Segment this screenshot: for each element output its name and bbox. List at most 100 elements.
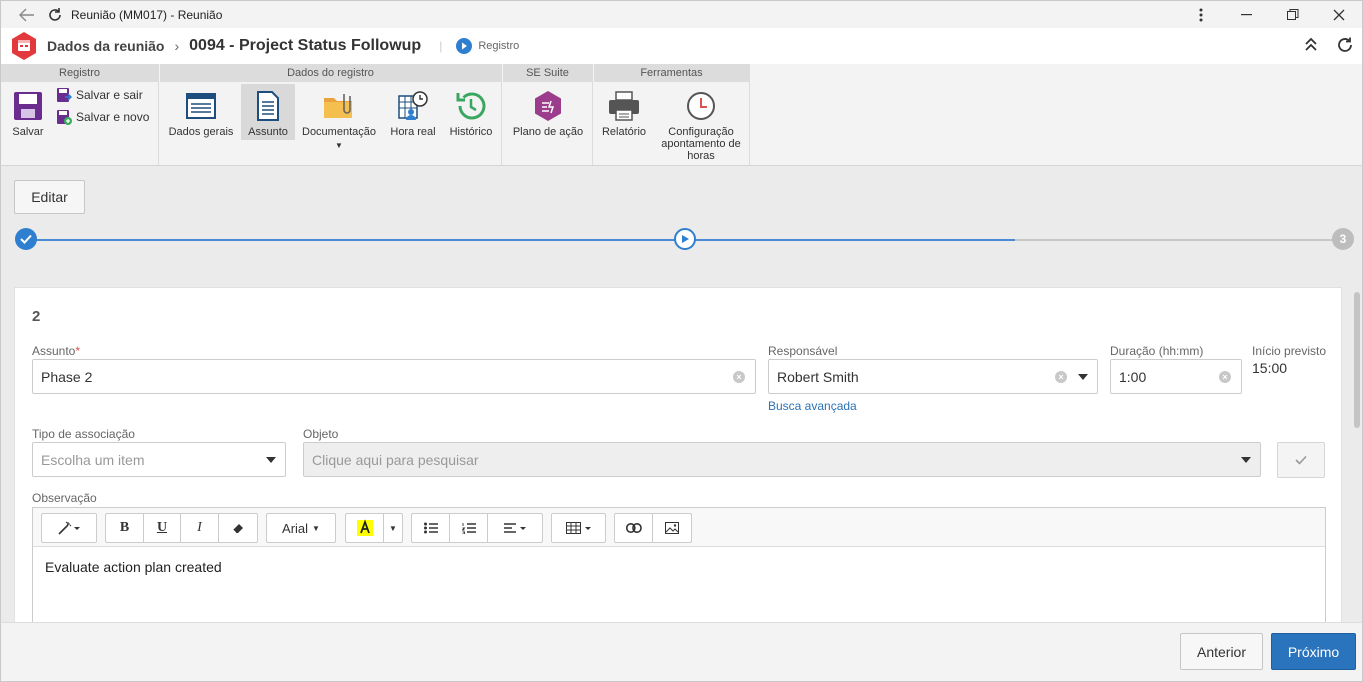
edit-button[interactable]: Editar xyxy=(14,180,85,214)
save-new-label: Salvar e novo xyxy=(76,110,150,124)
subject-button[interactable]: Assunto xyxy=(241,84,295,140)
highlight-color-icon[interactable] xyxy=(346,514,384,542)
align-icon[interactable] xyxy=(488,514,542,542)
minimize-icon[interactable] xyxy=(1224,1,1270,29)
documentation-button[interactable]: Documentação ▼ xyxy=(300,84,378,152)
save-exit-button[interactable]: Salvar e sair xyxy=(56,87,143,103)
ribbon-group-title: Dados do registro xyxy=(160,64,501,82)
subject-value: Phase 2 xyxy=(41,368,93,385)
action-plan-label: Plano de ação xyxy=(512,126,584,138)
report-button[interactable]: Relatório xyxy=(598,84,650,138)
form-list-icon xyxy=(183,88,219,124)
table-group xyxy=(551,513,606,543)
previous-button[interactable]: Anterior xyxy=(1180,633,1263,670)
dropdown-caret-icon: ▼ xyxy=(335,141,343,150)
chevron-down-icon[interactable] xyxy=(1241,456,1251,463)
actual-time-button[interactable]: Hora real xyxy=(386,84,440,138)
bullet-list-icon[interactable] xyxy=(412,514,450,542)
app-header: Dados da reunião › 0094 - Project Status… xyxy=(0,28,1363,64)
link-icon[interactable] xyxy=(615,514,653,542)
ribbon-group-ferramentas: Ferramentas Relatório Configuração apont… xyxy=(594,64,750,165)
ribbon-group-dados-registro: Dados do registro Dados gerais Assunto D… xyxy=(160,64,502,165)
save-new-button[interactable]: Salvar e novo xyxy=(56,109,149,125)
wizard-stepper: 3 xyxy=(15,228,1357,252)
chevron-down-icon[interactable] xyxy=(1078,373,1088,380)
eraser-icon[interactable] xyxy=(219,514,257,542)
responsible-select[interactable]: Robert Smith × xyxy=(768,359,1098,394)
breadcrumb-root[interactable]: Dados da reunião xyxy=(47,38,164,54)
stepper-line-pending xyxy=(1015,239,1335,241)
subject-label: Assunto xyxy=(248,126,288,138)
status-indicator: Registro xyxy=(456,38,519,54)
step-1-check-icon[interactable] xyxy=(15,228,37,250)
page-title: 0094 - Project Status Followup xyxy=(189,37,422,54)
action-plan-button[interactable]: Plano de ação xyxy=(509,84,587,138)
documentation-label: Documentação xyxy=(302,126,376,138)
reload-icon[interactable] xyxy=(1336,36,1354,57)
general-data-label: Dados gerais xyxy=(168,126,234,138)
image-icon[interactable] xyxy=(653,514,691,542)
italic-button[interactable]: I xyxy=(181,514,219,542)
history-button[interactable]: Histórico xyxy=(445,84,497,138)
folder-attachment-icon xyxy=(321,88,357,124)
clear-icon[interactable]: × xyxy=(733,370,745,383)
object-label: Objeto xyxy=(303,427,339,441)
ribbon-toolbar: Registro Salvar Salvar e sair Salvar e n… xyxy=(0,64,1363,166)
subject-input[interactable]: Phase 2 × xyxy=(32,359,756,394)
report-label: Relatório xyxy=(601,126,647,138)
object-placeholder: Clique aqui para pesquisar xyxy=(312,451,479,468)
font-family-select[interactable]: Arial ▼ xyxy=(267,514,335,542)
close-icon[interactable] xyxy=(1316,1,1362,29)
ribbon-group-title: Ferramentas xyxy=(594,64,749,82)
time-config-label-3: horas xyxy=(687,150,715,162)
ribbon-group-title: SE Suite xyxy=(503,64,592,82)
chevron-down-icon[interactable]: ▼ xyxy=(384,514,402,542)
meeting-logo-icon xyxy=(9,31,39,61)
planned-start-label: Início previsto xyxy=(1252,344,1327,358)
confirm-object-button[interactable] xyxy=(1277,442,1325,478)
collapse-up-icon[interactable] xyxy=(1304,36,1318,57)
more-options-icon[interactable] xyxy=(1178,1,1224,29)
ribbon-group-registro: Registro Salvar Salvar e sair Salvar e n… xyxy=(1,64,159,165)
header-separator: | xyxy=(439,39,443,53)
clear-icon[interactable]: × xyxy=(1055,370,1067,383)
bold-button[interactable]: B xyxy=(106,514,144,542)
font-name: Arial xyxy=(282,520,309,536)
step-2-play-icon[interactable] xyxy=(674,228,696,250)
vertical-scrollbar[interactable] xyxy=(1354,292,1360,428)
planned-start-value: 15:00 xyxy=(1252,360,1288,376)
wizard-footer: Anterior Próximo xyxy=(0,622,1363,682)
floppy-disk-icon xyxy=(10,88,46,124)
object-search-select[interactable]: Clique aqui para pesquisar xyxy=(303,442,1261,477)
duration-input[interactable]: 1:00 × xyxy=(1110,359,1242,394)
advanced-search-link[interactable]: Busca avançada xyxy=(768,399,857,413)
observation-text[interactable]: Evaluate action plan created xyxy=(45,559,222,575)
magic-wand-icon[interactable] xyxy=(42,514,96,542)
general-data-button[interactable]: Dados gerais xyxy=(166,84,236,140)
table-icon[interactable] xyxy=(552,514,605,542)
stepper-line-done xyxy=(26,239,1015,241)
time-config-button[interactable]: Configuração apontamento de horas xyxy=(656,84,746,162)
underline-button[interactable]: U xyxy=(144,514,181,542)
clear-icon[interactable]: × xyxy=(1219,370,1231,383)
next-button[interactable]: Próximo xyxy=(1271,633,1356,670)
format-group: B U I xyxy=(105,513,258,543)
time-config-label-2: apontamento de xyxy=(661,138,741,150)
numbered-list-icon[interactable] xyxy=(450,514,488,542)
editor-toolbar: B U I Arial ▼ ▼ xyxy=(33,508,1325,547)
user-clock-icon xyxy=(395,88,431,124)
back-arrow-icon[interactable] xyxy=(19,7,35,23)
observation-label: Observação xyxy=(32,491,97,505)
window-titlebar: Reunião (MM017) - Reunião xyxy=(0,0,1363,28)
refresh-icon[interactable] xyxy=(47,7,63,23)
association-type-select[interactable]: Escolha um item xyxy=(32,442,286,477)
step-3[interactable]: 3 xyxy=(1332,228,1354,250)
save-button[interactable]: Salvar xyxy=(9,84,47,138)
insert-group xyxy=(614,513,692,543)
status-label: Registro xyxy=(478,40,520,52)
chevron-right-icon: › xyxy=(174,38,180,54)
duration-field-label: Duração (hh:mm) xyxy=(1110,344,1204,358)
observation-rich-editor[interactable]: B U I Arial ▼ ▼ Evaluate action plan cre… xyxy=(32,507,1326,622)
restore-icon[interactable] xyxy=(1270,1,1316,29)
chevron-down-icon[interactable] xyxy=(266,456,276,463)
